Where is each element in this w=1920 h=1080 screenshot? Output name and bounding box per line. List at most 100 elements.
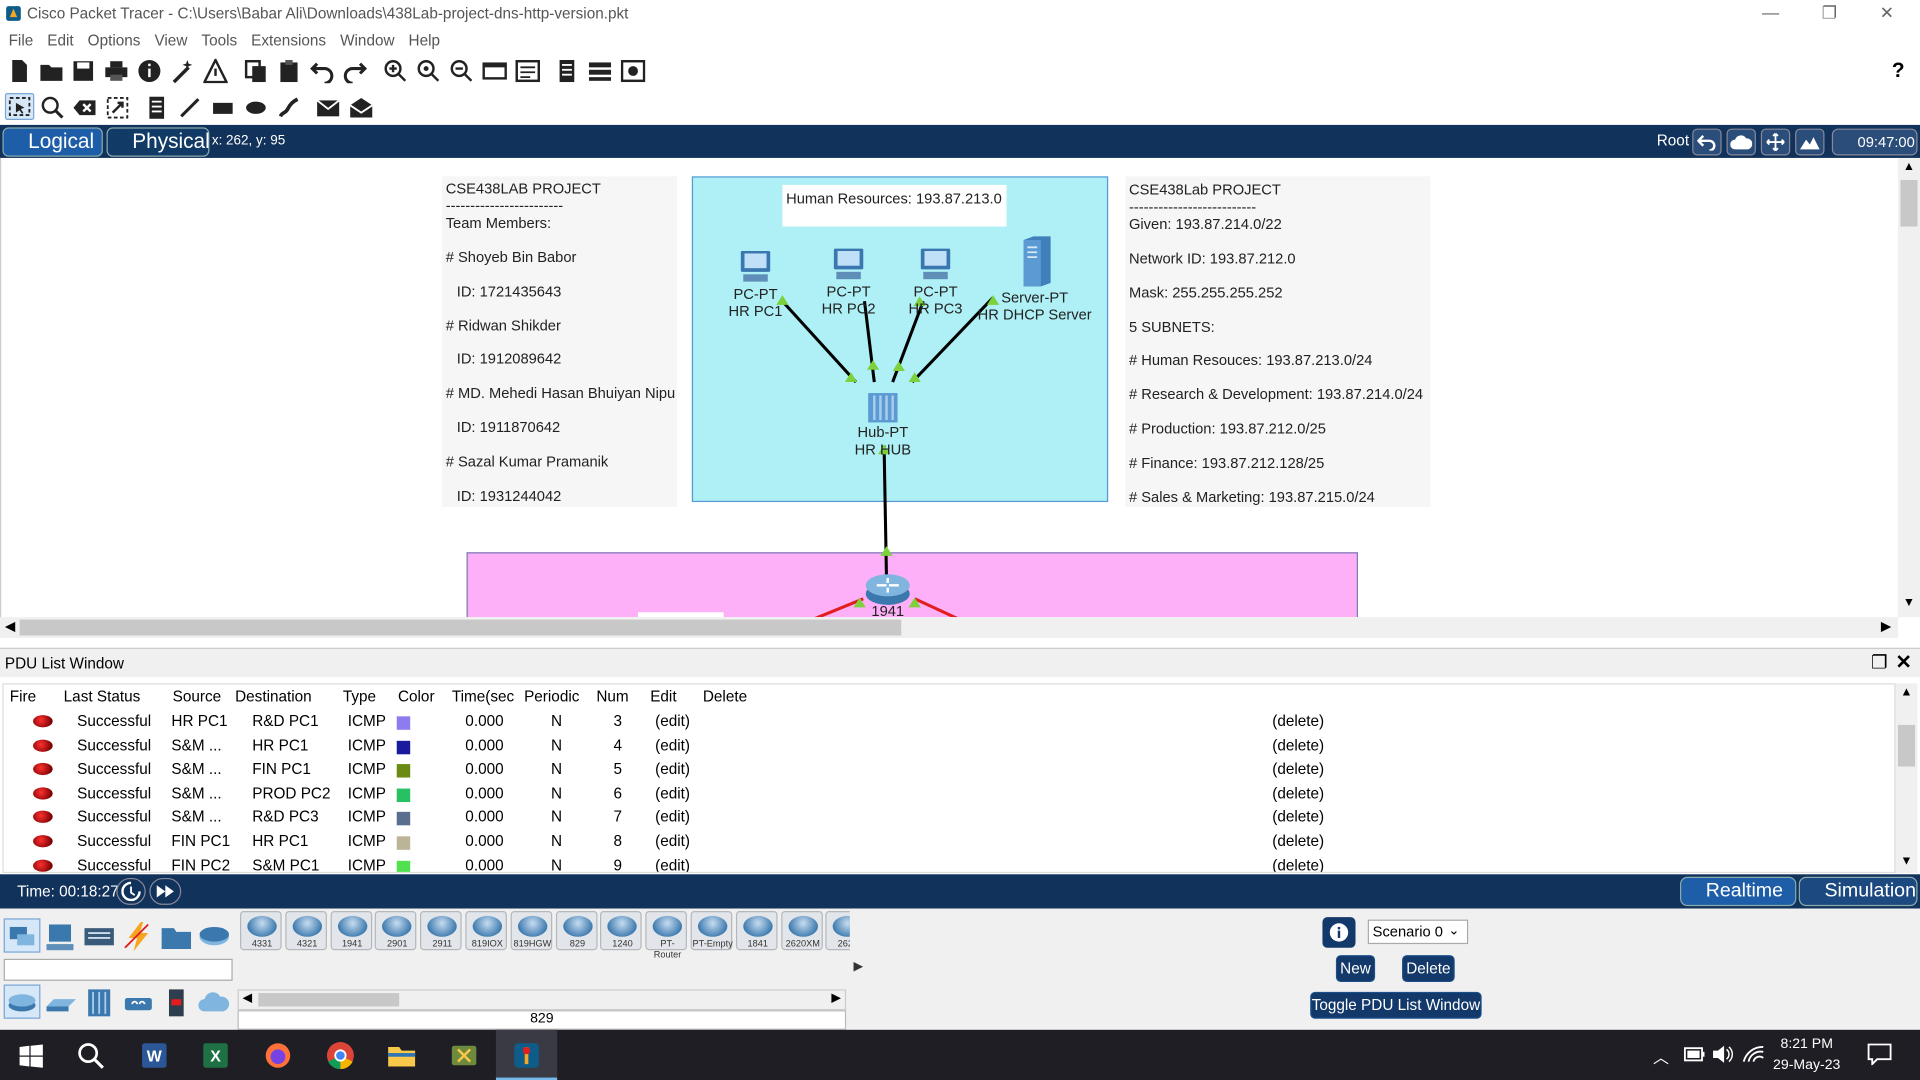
device-model-tile[interactable]: 829 [555,911,598,951]
pdu-cell-edit[interactable]: (edit) [655,857,690,872]
device-model-tile[interactable]: 4321 [285,911,327,951]
wizard-icon[interactable] [170,59,194,84]
device-model-tile[interactable]: 819HGW [510,911,552,951]
pdu-row[interactable]: Successful S&M ... HR PC1 ICMP 0.000 N 4 (edit)… [4,734,1895,758]
device-model-tile[interactable]: 819IOX [465,911,507,951]
device-hr-dhcp-server[interactable]: Server-PT HR DHCP Server [975,235,1095,323]
link-router-right[interactable] [914,597,963,618]
paste-icon[interactable] [277,59,301,83]
search-icon[interactable] [75,1040,107,1072]
toggle-pdu-list-button[interactable]: Toggle PDU List Window [1310,991,1482,1019]
link-router-left[interactable] [809,597,864,618]
power-cycle-button[interactable] [116,877,146,905]
redo-icon[interactable] [343,59,368,84]
scroll-down-icon[interactable]: ▼ [1903,596,1915,609]
switches-icon[interactable] [44,987,78,1019]
activity-icon[interactable] [203,58,228,84]
wireless-devices-icon[interactable] [121,987,155,1019]
pdu-cell-edit[interactable]: (edit) [655,737,690,754]
device-model-tile[interactable]: PT-Router [645,911,688,958]
fire-pdu-icon[interactable] [33,715,53,728]
word-icon[interactable]: W [138,1040,170,1072]
pdu-row[interactable]: Successful FIN PC1 HR PC1 ICMP 0.000 N 8 (edit)… [4,830,1895,854]
connections-icon[interactable] [121,921,155,953]
scroll-up-icon[interactable]: ▲ [1903,160,1915,173]
back-button[interactable] [1692,128,1722,156]
panel-collapse-icon[interactable]: ▶ [853,960,862,973]
fire-pdu-icon[interactable] [33,787,53,800]
device-model-tile[interactable]: 2620XM [780,911,823,951]
wan-emulation-icon[interactable] [197,987,231,1019]
taskbar-clock[interactable]: 8:21 PM 29-May-23 [1773,1035,1840,1077]
place-note-icon[interactable] [144,96,168,120]
pdu-cell-delete[interactable]: (delete) [1272,761,1324,778]
canvas-horizontal-scrollbar[interactable]: ◀ ▶ [0,617,1898,638]
pdu-row[interactable]: Successful S&M ... FIN PC1 ICMP 0.000 N 5 (edit… [4,758,1895,782]
zoom-reset-icon[interactable] [416,59,440,83]
minimize-button[interactable]: — [1746,2,1795,22]
fire-pdu-icon[interactable] [33,859,53,872]
scroll-thumb[interactable] [19,619,902,636]
taskbar-active-app[interactable] [495,1029,558,1080]
device-hr-pc1[interactable]: PC-PT HR PC1 [720,249,791,320]
device-model-tile[interactable]: 4331 [240,911,282,951]
device-model-tile[interactable]: 2901 [375,911,417,951]
fast-forward-button[interactable] [149,877,182,905]
models-horizontal-scrollbar[interactable]: ◀ ▶ [237,989,847,1011]
hubs-icon[interactable] [82,987,116,1019]
menu-edit[interactable]: Edit [47,32,73,49]
device-model-tile[interactable]: 1941 [330,911,372,951]
new-cluster-button[interactable] [1726,128,1756,156]
pdu-cell-delete[interactable]: (delete) [1272,857,1324,872]
set-background-button[interactable] [1795,128,1825,156]
pdu-vertical-scrollbar[interactable]: ▲ ▼ [1895,683,1918,874]
print-icon[interactable] [104,59,128,83]
delete-tool-icon[interactable] [72,96,96,120]
firefox-icon[interactable] [262,1040,294,1072]
volume-icon[interactable] [1712,1044,1734,1064]
pdu-cell-delete[interactable]: (delete) [1272,785,1324,802]
device-model-tile[interactable]: PT-Empty [690,911,733,951]
miscellaneous-icon[interactable] [159,921,193,953]
canvas-vertical-scrollbar[interactable]: ▲ ▼ [1897,157,1920,618]
chevron-up-icon[interactable]: ︿ [1653,1044,1669,1067]
add-complex-pdu-icon[interactable] [349,96,373,120]
device-hr-hub[interactable]: Hub-PT HR HUB [846,392,919,458]
pdu-row[interactable]: Successful S&M ... R&D PC3 ICMP 0.000 N 7 (edit… [4,806,1895,830]
scroll-down-icon[interactable]: ▼ [1900,855,1912,868]
draw-rectangle-icon[interactable] [211,96,235,120]
help-icon[interactable]: ? [1892,59,1905,83]
tab-logical[interactable]: Logical [2,127,103,157]
pdu-cell-delete[interactable]: (delete) [1272,809,1324,826]
pdu-cell-edit[interactable]: (edit) [655,809,690,826]
fire-pdu-icon[interactable] [33,811,53,824]
notes-icon[interactable] [588,59,612,83]
device-model-tile[interactable]: 1240 [600,911,643,951]
scroll-left-icon[interactable]: ◀ [5,618,15,635]
scroll-right-icon[interactable]: ▶ [1881,618,1891,635]
menu-extensions[interactable]: Extensions [251,32,326,49]
maximize-button[interactable]: ❐ [1805,2,1854,23]
device-model-tile[interactable]: 1841 [735,911,778,951]
battery-icon[interactable] [1683,1046,1706,1063]
pdu-cell-edit[interactable]: (edit) [655,761,690,778]
scenario-info-button[interactable] [1322,917,1356,948]
category-network-devices[interactable] [3,918,41,953]
security-icon[interactable] [159,987,193,1019]
device-model-tile[interactable]: 2911 [420,911,462,951]
pdu-cell-edit[interactable]: (edit) [655,785,690,802]
draw-line-icon[interactable] [178,96,202,120]
excel-icon[interactable]: X [200,1040,232,1072]
select-tool[interactable] [4,93,35,121]
chrome-icon[interactable] [324,1040,356,1072]
zoom-out-icon[interactable] [449,59,473,83]
menu-view[interactable]: View [154,32,187,49]
custom-device-icon[interactable] [515,59,541,83]
scenario-select[interactable]: Scenario 0 ⌄ [1367,919,1469,945]
tab-physical[interactable]: Physical [106,127,210,157]
fire-pdu-icon[interactable] [33,835,53,848]
device-model-tile[interactable]: 2621 [825,911,850,951]
pdu-cell-delete[interactable]: (delete) [1272,713,1324,730]
menu-options[interactable]: Options [88,32,141,49]
info-icon[interactable] [137,59,161,83]
